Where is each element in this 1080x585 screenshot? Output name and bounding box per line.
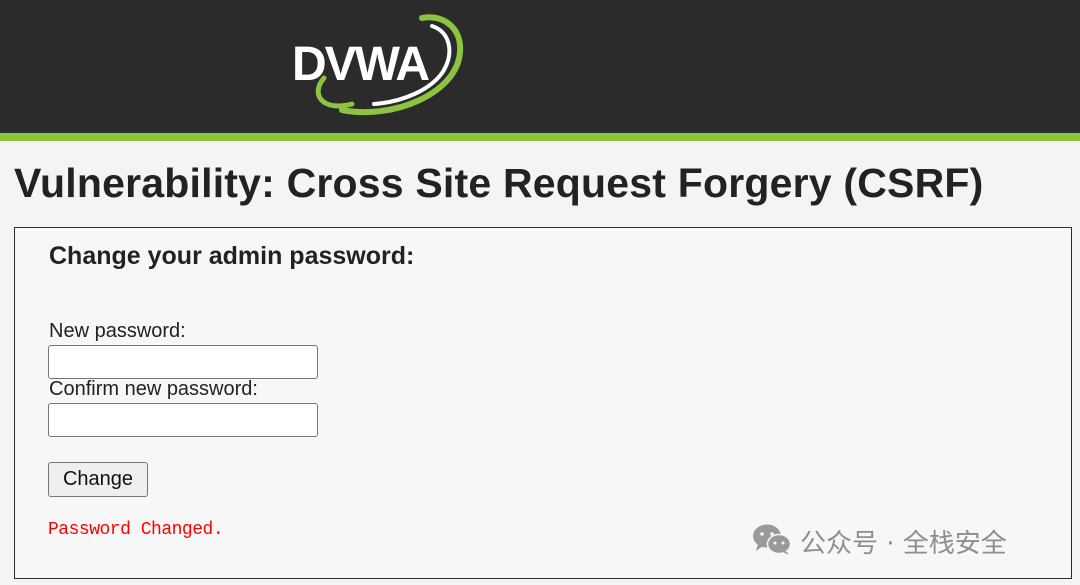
confirm-password-label: Confirm new password:	[49, 378, 258, 400]
watermark-text: 公众号 · 全栈安全	[800, 529, 1007, 559]
wechat-icon	[752, 522, 792, 561]
dvwa-logo-graphic: DVWA	[292, 14, 464, 116]
header-accent-stripe	[0, 133, 1080, 141]
dvwa-logo[interactable]: DVWA	[282, 12, 472, 122]
new-password-input[interactable]	[48, 345, 318, 379]
page-title: Vulnerability: Cross Site Request Forger…	[14, 160, 984, 206]
watermark: 公众号 · 全栈安全	[752, 522, 1007, 561]
status-message: Password Changed.	[48, 520, 224, 540]
svg-text:DVWA: DVWA	[292, 38, 429, 91]
form-heading: Change your admin password:	[49, 242, 415, 270]
confirm-password-input[interactable]	[48, 403, 318, 437]
site-header: DVWA	[0, 0, 1080, 133]
change-button[interactable]: Change	[48, 462, 148, 497]
new-password-label: New password:	[49, 320, 186, 342]
